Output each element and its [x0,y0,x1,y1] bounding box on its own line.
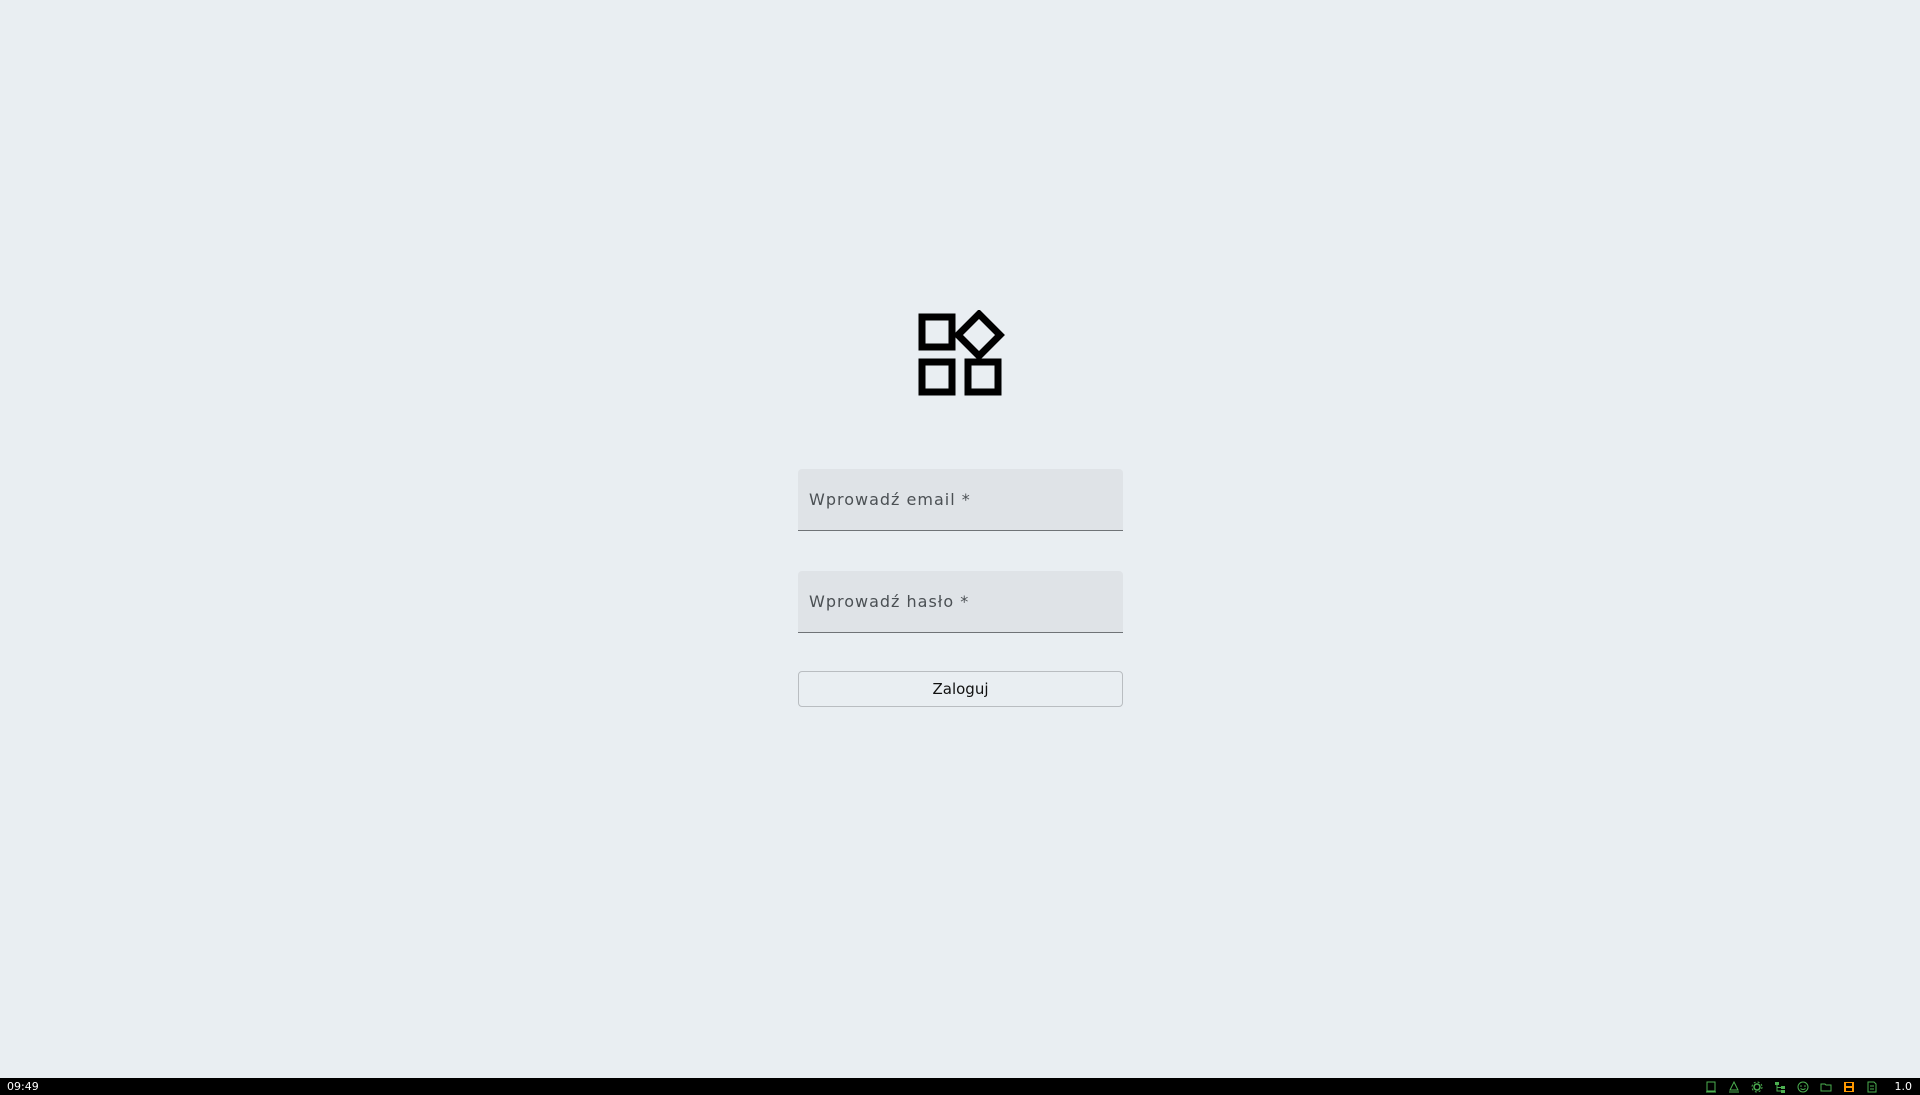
email-field[interactable] [798,469,1123,530]
network-tree-icon[interactable] [1728,1080,1740,1093]
email-field-container [798,469,1123,531]
login-button[interactable]: Zaloguj [798,671,1123,707]
taskbar: 09:49 1.0 [0,1078,1920,1095]
document-icon[interactable] [1866,1081,1878,1093]
clock: 09:49 [7,1080,39,1093]
version-label: 1.0 [1894,1080,1913,1093]
apps-logo-icon [918,310,1005,396]
server-icon[interactable] [1705,1081,1717,1093]
system-tray: 1.0 [1705,1080,1913,1093]
emoji-icon[interactable] [1797,1081,1809,1093]
password-field-container [798,571,1123,633]
app-window: Zaloguj [0,0,1920,1078]
login-form: Zaloguj [798,469,1123,707]
password-field[interactable] [798,571,1123,632]
folder-icon[interactable] [1820,1081,1832,1093]
save-icon[interactable] [1843,1081,1855,1093]
settings-icon[interactable] [1751,1081,1763,1093]
hierarchy-icon[interactable] [1774,1081,1786,1093]
